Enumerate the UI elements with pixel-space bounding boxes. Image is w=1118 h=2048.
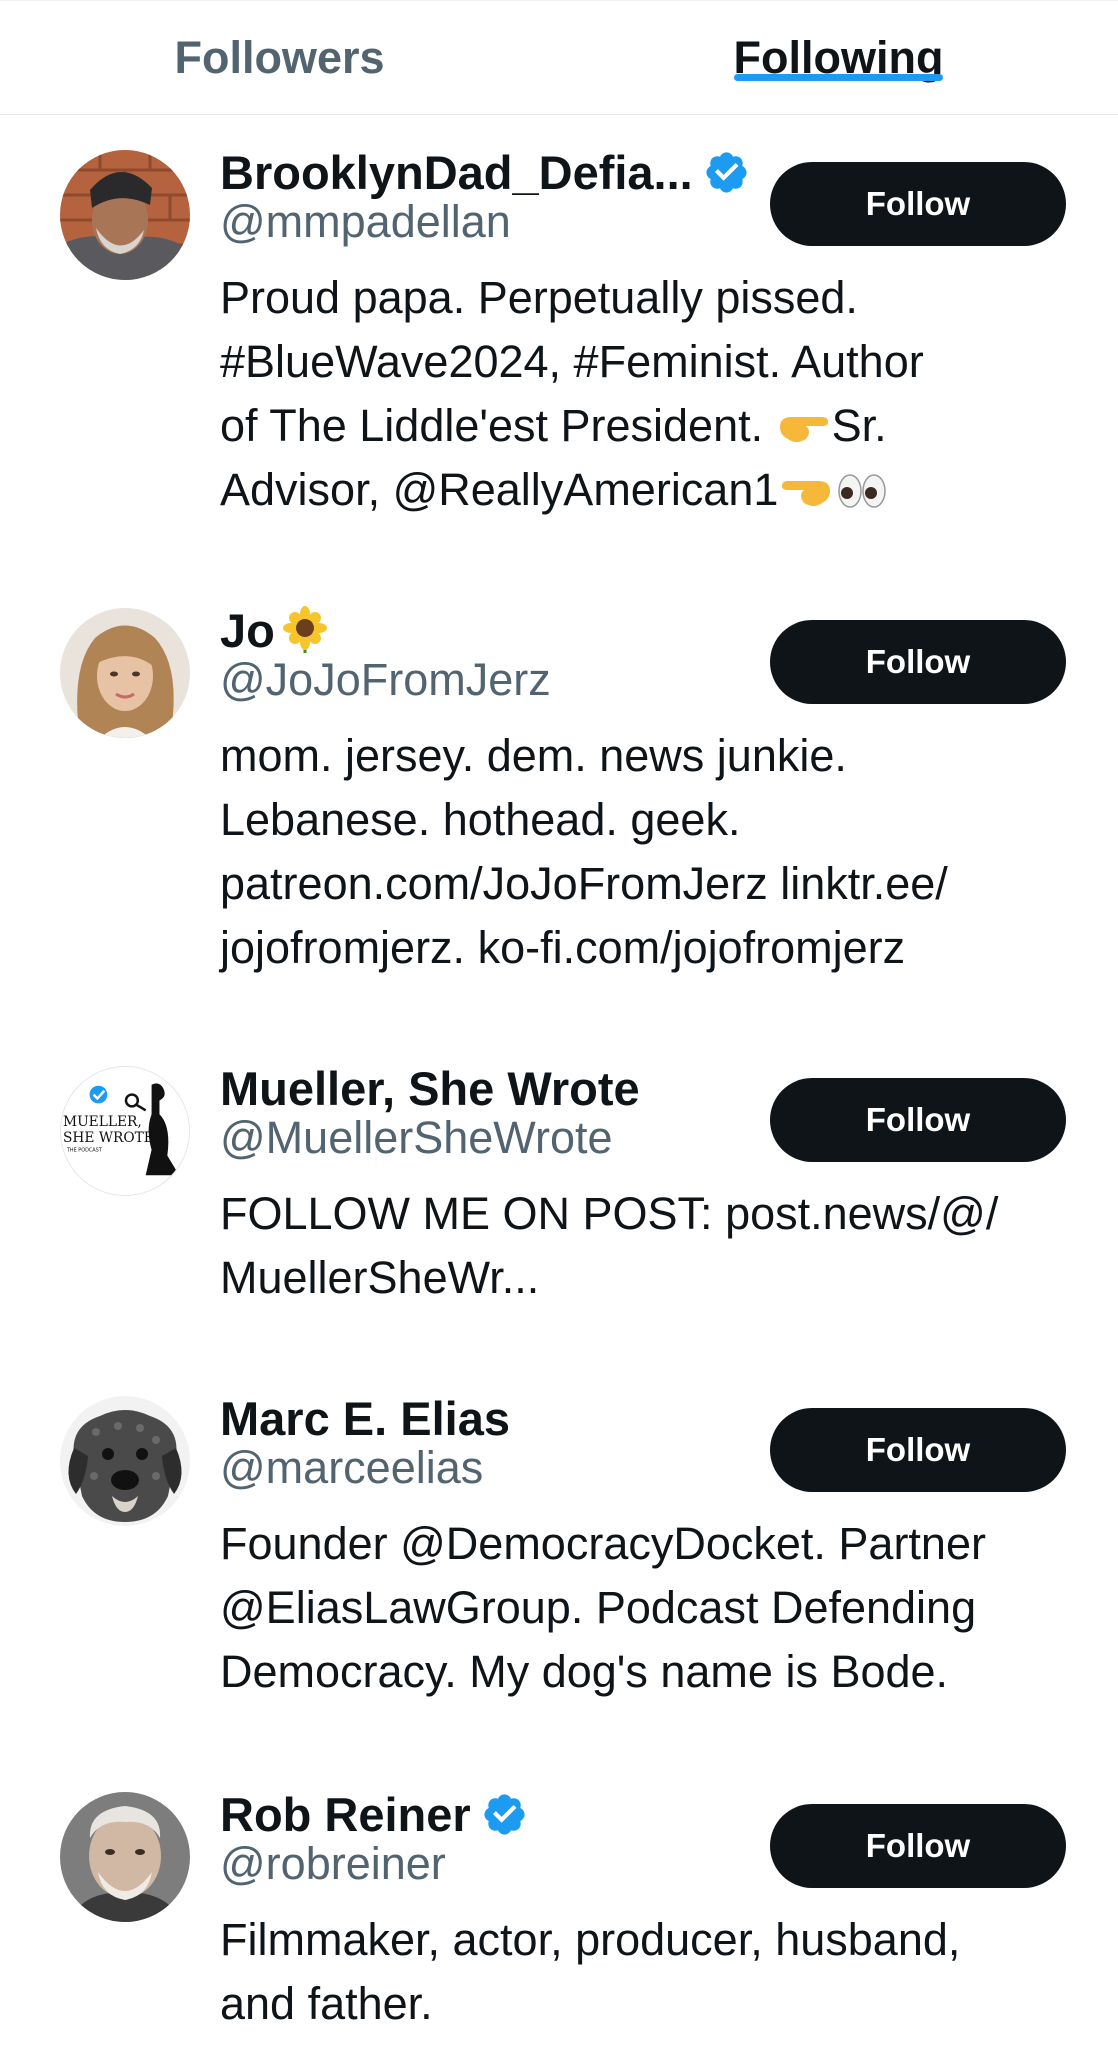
woman-avatar-icon	[60, 608, 190, 738]
verified-badge-icon	[484, 1793, 525, 1835]
bio-line: patreon.com/JoJoFromJerz linktr.ee/	[220, 858, 948, 909]
bio-line: jojofromjerz. ko-fi.com/jojofromjerz	[220, 922, 906, 973]
bio-line: Lebanese. hothead. geek.	[220, 794, 741, 845]
bio-line: Filmmaker, actor, producer, husband,	[220, 1914, 961, 1965]
user-handle[interactable]: @marceelias	[220, 1442, 483, 1494]
man-portrait-avatar-icon	[60, 1792, 190, 1922]
sunflower-emoji-icon	[282, 606, 327, 653]
tab-bar: Followers Following	[0, 0, 1118, 115]
user-bio: FOLLOW ME ON POST: post.news/@/ MuellerS…	[220, 1182, 1070, 1310]
avatar[interactable]	[60, 1396, 190, 1526]
bio-line: of The Liddle'est President. Sr.	[220, 394, 1070, 458]
follow-button[interactable]: Follow	[770, 1078, 1066, 1162]
bio-line-text: Advisor, @ReallyAmerican1	[220, 464, 779, 515]
man-in-beanie-avatar-icon	[60, 150, 190, 280]
bio-line: Democracy. My dog's name is Bode.	[220, 1646, 949, 1697]
user-bio: Founder @DemocracyDocket. Partner @Elias…	[220, 1512, 1070, 1704]
bio-line: Advisor, @ReallyAmerican1	[220, 458, 1070, 522]
eyes-emoji-icon	[838, 474, 887, 508]
follow-button[interactable]: Follow	[770, 162, 1066, 246]
avatar[interactable]	[60, 1792, 190, 1922]
bio-line-text: of The Liddle'est President.	[220, 400, 764, 451]
display-name[interactable]: Jo	[220, 603, 275, 658]
bio-line: mom. jersey. dem. news junkie.	[220, 730, 847, 781]
bio-line: Founder @DemocracyDocket. Partner	[220, 1518, 986, 1569]
user-handle[interactable]: @robreiner	[220, 1838, 446, 1890]
dog-avatar-icon	[60, 1396, 190, 1526]
user-bio: Filmmaker, actor, producer, husband, and…	[220, 1908, 1070, 2036]
follow-button[interactable]: Follow	[770, 1804, 1066, 1888]
bio-line: FOLLOW ME ON POST: post.news/@/	[220, 1188, 999, 1239]
avatar-logo-line2: SHE WROTE	[63, 1130, 154, 1146]
tab-following[interactable]: Following	[559, 1, 1118, 115]
user-bio: Proud papa. Perpetually pissed. #BlueWav…	[220, 266, 1070, 522]
pointing-left-emoji-icon	[782, 481, 831, 506]
display-name[interactable]: Marc E. Elias	[220, 1391, 510, 1446]
tab-following-label-wrap: Following	[733, 1, 944, 115]
active-tab-indicator	[733, 74, 944, 81]
bio-line: and father.	[220, 1978, 433, 2029]
avatar[interactable]	[60, 608, 190, 738]
user-handle[interactable]: @mmpadellan	[220, 196, 511, 248]
display-name[interactable]: Mueller, She Wrote	[220, 1061, 640, 1116]
avatar[interactable]	[60, 150, 190, 280]
avatar-logo-line3: THE PODCAST	[66, 1148, 103, 1154]
bio-line: Proud papa. Perpetually pissed.	[220, 272, 858, 323]
bio-line: #BlueWave2024, #Feminist. Author	[220, 336, 924, 387]
user-handle[interactable]: @MuellerSheWrote	[220, 1112, 613, 1164]
user-handle[interactable]: @JoJoFromJerz	[220, 654, 551, 706]
bio-line-suffix: Sr.	[831, 400, 887, 451]
user-bio: mom. jersey. dem. news junkie. Lebanese.…	[220, 724, 1070, 980]
follow-button[interactable]: Follow	[770, 620, 1066, 704]
bio-line: @EliasLawGroup. Podcast Defending	[220, 1582, 977, 1633]
follow-button[interactable]: Follow	[770, 1408, 1066, 1492]
display-name[interactable]: Rob Reiner	[220, 1787, 471, 1842]
podcast-logo-avatar-icon: MUELLER, SHE WROTE THE PODCAST	[61, 1067, 189, 1195]
display-name[interactable]: BrooklynDad_Defia...	[220, 145, 693, 200]
pointing-right-emoji-icon	[779, 417, 828, 442]
verified-badge-icon	[706, 151, 747, 193]
bio-line: MuellerSheWr...	[220, 1252, 540, 1303]
tab-followers-label: Followers	[174, 32, 385, 83]
avatar-logo-line1: MUELLER,	[63, 1114, 142, 1130]
avatar[interactable]: MUELLER, SHE WROTE THE PODCAST	[60, 1066, 190, 1196]
tab-followers[interactable]: Followers	[0, 1, 559, 115]
